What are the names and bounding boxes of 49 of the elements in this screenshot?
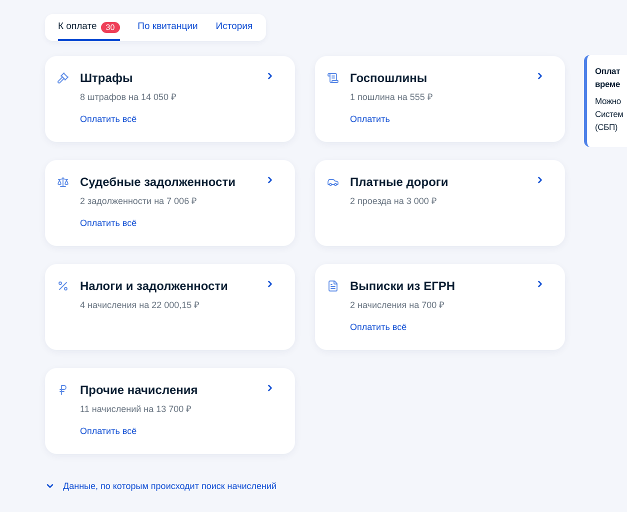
info-text-line: (СБП) — [595, 121, 618, 134]
card-subtitle: 4 начисления на 22 000,15 ₽ — [80, 298, 200, 311]
ruble-icon — [57, 384, 69, 396]
tab[interactable]: История — [216, 14, 253, 41]
chevron-right-icon[interactable] — [535, 70, 545, 81]
category-card[interactable]: Платные дороги 2 проезда на 3 000 ₽ — [315, 160, 565, 246]
scales-icon — [57, 176, 69, 188]
card-title: Судебные задолженности — [80, 174, 236, 190]
gavel-icon — [57, 72, 69, 84]
card-title: Платные дороги — [350, 174, 448, 190]
count-badge: 30 — [100, 22, 120, 33]
card-subtitle: 2 задолженности на 7 006 ₽ — [80, 194, 198, 207]
card-title: Госпошлины — [350, 70, 428, 86]
card-subtitle: 1 пошлина на 555 ₽ — [350, 90, 434, 103]
percent-icon — [57, 280, 69, 292]
card-title: Выписки из ЕГРН — [350, 278, 456, 294]
card-title: Штрафы — [80, 70, 133, 86]
document-icon — [327, 280, 339, 292]
chevron-right-icon[interactable] — [265, 174, 275, 185]
pay-link[interactable]: Оплатить всё — [80, 424, 137, 437]
card-subtitle: 8 штрафов на 14 050 ₽ — [80, 90, 178, 103]
category-card[interactable]: Штрафы 8 штрафов на 14 050 ₽ Оплатить всё — [45, 56, 295, 142]
pay-link[interactable]: Оплатить всё — [80, 216, 137, 229]
chevron-right-icon[interactable] — [265, 278, 275, 289]
info-text-line: Систем — [595, 108, 624, 121]
card-title: Налоги и задолженности — [80, 278, 228, 294]
info-title-line: Оплат — [595, 65, 622, 78]
category-card[interactable]: Налоги и задолженности 4 начисления на 22 000,15 ₽ — [45, 264, 295, 350]
category-card[interactable]: Выписки из ЕГРН 2 начисления на 700 ₽ Оплатить всё — [315, 264, 565, 350]
pay-link[interactable]: Оплатить всё — [80, 112, 137, 125]
chevron-right-icon[interactable] — [535, 278, 545, 289]
info-title-line: време — [595, 78, 622, 91]
info-text-line: Можно — [595, 95, 622, 108]
tab[interactable]: По квитанции — [138, 14, 198, 41]
card-title: Прочие начисления — [80, 382, 198, 398]
chevron-right-icon[interactable] — [535, 174, 545, 185]
category-card[interactable]: Прочие начисления 11 начислений на 13 700 ₽ Оплатить всё — [45, 368, 295, 454]
search-data-link[interactable]: Данные, по которым происходит поиск начислений — [45, 480, 277, 494]
pay-link[interactable]: Оплатить — [350, 112, 390, 125]
receipt-icon — [327, 72, 339, 84]
chevron-right-icon[interactable] — [265, 382, 275, 393]
category-card[interactable]: Госпошлины 1 пошлина на 555 ₽ Оплатить — [315, 56, 565, 142]
card-subtitle: 11 начислений на 13 700 ₽ — [80, 402, 192, 415]
tab[interactable]: К оплате 30 — [58, 14, 120, 41]
category-card[interactable]: Судебные задолженности 2 задолженности на 7 006 ₽ Оплатить всё — [45, 160, 295, 246]
card-subtitle: 2 начисления на 700 ₽ — [350, 298, 446, 311]
chevron-right-icon[interactable] — [265, 70, 275, 81]
card-subtitle: 2 проезда на 3 000 ₽ — [350, 194, 438, 207]
pay-link[interactable]: Оплатить всё — [350, 320, 407, 333]
